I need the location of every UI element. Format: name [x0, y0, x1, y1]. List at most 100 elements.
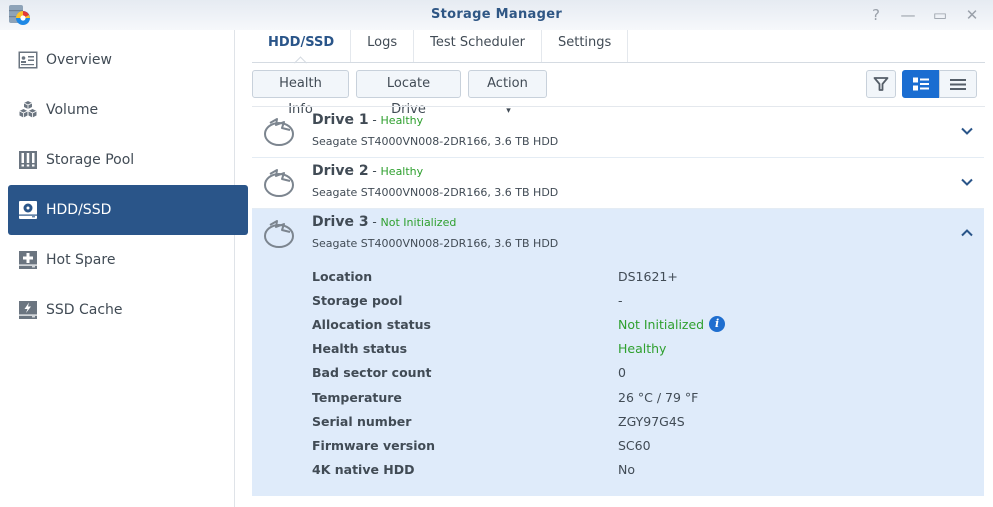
title-bar: Storage Manager ? — ▭ ✕: [0, 0, 993, 30]
drive-title-separator: -: [368, 164, 381, 178]
hdd-icon: [19, 201, 37, 219]
tab-settings[interactable]: Settings: [540, 30, 629, 62]
sidebar-item-label: Overview: [46, 52, 112, 68]
help-button[interactable]: ?: [867, 6, 885, 24]
drive-status: Not Initialized: [380, 216, 457, 229]
close-icon: ✕: [965, 6, 979, 24]
drive-status: Healthy: [380, 165, 424, 178]
detail-list-view-button[interactable]: [902, 70, 940, 98]
filter-icon: [873, 77, 889, 91]
seagate-drive-icon: [264, 220, 294, 248]
sidebar: Overview Volume Storage Pool HDD/SSD Hot…: [0, 30, 248, 507]
maximize-button[interactable]: ▭: [931, 6, 949, 24]
allocation-status-text: Not Initialized: [618, 316, 705, 332]
seagate-drive-icon: [264, 118, 294, 146]
drive-name: Drive 1: [312, 112, 369, 128]
minimize-button[interactable]: —: [899, 6, 917, 24]
main-panel: HDD/SSD Logs Test Scheduler Settings Hea…: [236, 30, 993, 507]
sidebar-item-ssd-cache[interactable]: SSD Cache: [8, 285, 248, 335]
filter-button[interactable]: [866, 70, 896, 98]
drive-description: Seagate ST4000VN008-2DR166, 3.6 TB HDD: [312, 135, 559, 148]
overview-icon: [18, 51, 38, 69]
chevron-down-icon[interactable]: [960, 124, 974, 138]
detail-row-serial-number: Serial number ZGY97G4S: [312, 409, 984, 433]
detail-value: SC60: [618, 437, 651, 453]
drive-title: Drive 3 - Not Initialized: [312, 214, 456, 230]
detail-row-health-status: Health status Healthy: [312, 337, 984, 361]
detail-value: 0: [618, 365, 626, 381]
drive-row[interactable]: Drive 2 - Healthy Seagate ST4000VN008-2D…: [252, 158, 984, 209]
drive-description: Seagate ST4000VN008-2DR166, 3.6 TB HDD: [312, 186, 559, 199]
detail-row-location: Location DS1621+: [312, 264, 984, 288]
tab-logs[interactable]: Logs: [350, 30, 413, 62]
drive-title-separator: -: [368, 215, 381, 229]
close-button[interactable]: ✕: [963, 6, 981, 24]
chevron-up-icon[interactable]: [960, 226, 974, 240]
list-icon: [950, 78, 966, 90]
detail-row-allocation-status: Allocation status Not Initialized i: [312, 312, 984, 336]
detail-label: Storage pool: [312, 292, 403, 308]
action-dropdown-button[interactable]: Action ▾: [468, 70, 547, 116]
sidebar-item-hot-spare[interactable]: Hot Spare: [8, 235, 248, 285]
detail-value: Not Initialized i: [618, 316, 726, 333]
detail-value: -: [618, 292, 623, 308]
tab-test-scheduler[interactable]: Test Scheduler: [413, 30, 541, 62]
drive-description: Seagate ST4000VN008-2DR166, 3.6 TB HDD: [312, 237, 559, 250]
detail-value: 26 °C / 79 °F: [618, 389, 699, 405]
sidebar-item-label: Hot Spare: [46, 252, 116, 268]
sidebar-item-label: HDD/SSD: [46, 202, 112, 218]
sidebar-item-storage-pool[interactable]: Storage Pool: [8, 135, 248, 185]
drive-title: Drive 2 - Healthy: [312, 163, 423, 179]
action-label: Action: [487, 76, 528, 91]
tab-bar: HDD/SSD Logs Test Scheduler Settings: [252, 30, 629, 62]
chevron-down-icon[interactable]: [960, 175, 974, 189]
ssd-cache-icon: [19, 301, 37, 319]
detail-value: Healthy: [618, 341, 667, 357]
sidebar-item-label: Volume: [46, 102, 99, 118]
detail-value: ZGY97G4S: [618, 413, 685, 429]
drive-row[interactable]: Drive 1 - Healthy Seagate ST4000VN008-2D…: [252, 107, 984, 158]
drive-row-expanded[interactable]: Drive 3 - Not Initialized Seagate ST4000…: [252, 209, 984, 496]
drive-status: Healthy: [380, 114, 424, 127]
locate-drive-button[interactable]: Locate Drive: [356, 70, 461, 117]
detail-row-storage-pool: Storage pool -: [312, 288, 984, 312]
toolbar: Health Info Locate Drive Action ▾: [252, 70, 985, 117]
info-icon[interactable]: i: [709, 316, 726, 333]
detail-row-bad-sector-count: Bad sector count 0: [312, 361, 984, 385]
detail-value: No: [618, 462, 635, 478]
sidebar-item-hdd-ssd[interactable]: HDD/SSD: [8, 185, 248, 235]
detail-label: Location: [312, 268, 373, 284]
detail-row-firmware-version: Firmware version SC60: [312, 433, 984, 457]
help-icon: ?: [872, 6, 880, 24]
drive-name: Drive 2: [312, 163, 369, 179]
drive-list: Drive 1 - Healthy Seagate ST4000VN008-2D…: [252, 107, 984, 496]
detail-label: Bad sector count: [312, 365, 432, 381]
compact-list-view-button[interactable]: [939, 70, 977, 98]
health-info-button[interactable]: Health Info: [252, 70, 349, 117]
hot-spare-icon: [19, 251, 37, 269]
minimize-icon: —: [900, 6, 916, 24]
window-title: Storage Manager: [430, 7, 563, 22]
detail-list-icon: [913, 77, 929, 91]
detail-row-4k-native-hdd: 4K native HDD No: [312, 458, 984, 482]
seagate-drive-icon: [264, 169, 294, 197]
storage-pool-icon: [19, 151, 37, 169]
maximize-icon: ▭: [932, 6, 948, 24]
detail-value: DS1621+: [618, 268, 678, 284]
detail-label: Health status: [312, 341, 408, 357]
detail-label: Firmware version: [312, 437, 435, 453]
sidebar-item-label: Storage Pool: [46, 152, 135, 168]
detail-label: Serial number: [312, 413, 412, 429]
drive-title-separator: -: [368, 113, 381, 127]
tab-divider: [252, 62, 985, 63]
volume-icon: [19, 101, 37, 118]
detail-label: Allocation status: [312, 316, 431, 332]
drive-title: Drive 1 - Healthy: [312, 112, 423, 128]
detail-row-temperature: Temperature 26 °C / 79 °F: [312, 385, 984, 409]
tab-hdd-ssd[interactable]: HDD/SSD: [252, 30, 350, 62]
detail-label: Temperature: [312, 389, 402, 405]
detail-label: 4K native HDD: [312, 462, 415, 478]
sidebar-item-label: SSD Cache: [46, 302, 123, 318]
sidebar-item-overview[interactable]: Overview: [8, 35, 248, 85]
sidebar-item-volume[interactable]: Volume: [8, 85, 248, 135]
